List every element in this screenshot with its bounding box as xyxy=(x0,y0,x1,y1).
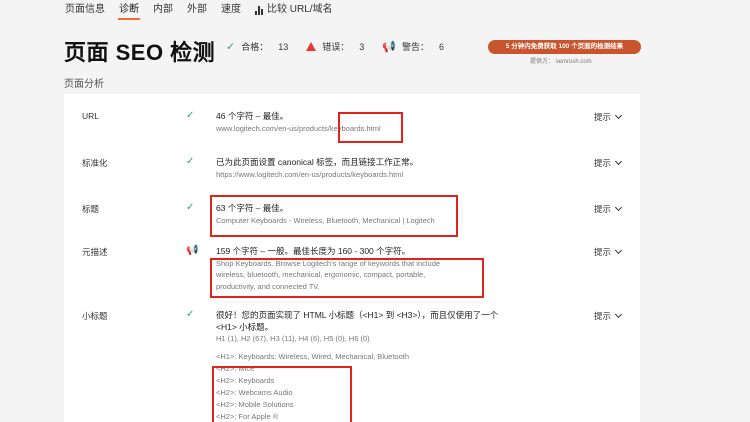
megaphone-icon: 📢 xyxy=(186,245,199,256)
tab-compare[interactable]: 比较 URL/域名 xyxy=(248,0,340,20)
row-label: 小标题 xyxy=(82,311,108,321)
chevron-down-icon xyxy=(614,310,623,319)
row-content: 已为此页面设置 canonical 标签，而且链接工作正常。 https://w… xyxy=(216,157,576,180)
row-label: 标题 xyxy=(82,204,100,214)
check-icon: ✓ xyxy=(186,110,195,121)
tab-page-info[interactable]: 页面信息 xyxy=(60,0,112,20)
pass-stat[interactable]: ✓ 合格： 13 xyxy=(226,40,288,53)
check-icon: ✓ xyxy=(226,41,236,53)
chevron-down-icon xyxy=(614,111,623,120)
warn-stat[interactable]: 📢 警告： 6 xyxy=(382,40,444,53)
error-label: 错误： xyxy=(322,42,350,52)
provider-text: 提供方： semrush.com xyxy=(530,59,592,65)
check-icon: ✓ xyxy=(186,156,195,167)
hint-label: 提示 xyxy=(594,204,612,214)
url-prefix: www.logitech.com/en-us/products/ xyxy=(216,123,330,133)
list-item: <H1>: Keyboards: Wireless, Wired, Mechan… xyxy=(216,351,410,361)
row-sub-text: Shop Keyboards. Browse Logitech's range … xyxy=(216,258,441,291)
hint-toggle[interactable]: 提示 xyxy=(594,203,623,215)
warn-label: 警告： xyxy=(401,42,429,52)
chevron-down-icon xyxy=(614,203,623,212)
pass-count: 13 xyxy=(278,41,289,52)
pass-label: 合格： xyxy=(241,42,269,52)
analysis-card: URL ✓ 46 个字符 – 最佳。 www.logitech.com/en-u… xyxy=(64,94,640,422)
hint-label: 提示 xyxy=(594,247,612,257)
row-sub-text: Computer Keyboards - Wireless, Bluetooth… xyxy=(216,215,435,225)
row-main-text: 已为此页面设置 canonical 标签，而且链接工作正常。 xyxy=(216,157,419,167)
chevron-down-icon xyxy=(614,157,623,166)
row-sub-text: https://www.logitech.com/en-us/products/… xyxy=(216,169,404,179)
url-text: www.logitech.com/en-us/products/keyboard… xyxy=(216,123,516,135)
warning-triangle-icon xyxy=(306,42,317,51)
promo-button[interactable]: 5 分钟内免费获取 100 个页面的检测结果 xyxy=(488,40,641,54)
hint-toggle[interactable]: 提示 xyxy=(594,111,623,123)
tab-diagnosis[interactable]: 诊断 xyxy=(112,0,146,20)
list-item: <H2>: Webcams Audio xyxy=(216,387,293,397)
page-title: 页面 SEO 检测 xyxy=(64,40,216,65)
row-content: 46 个字符 – 最佳。 www.logitech.com/en-us/prod… xyxy=(216,111,516,134)
list-item: <H2>: Mice xyxy=(216,363,255,373)
tab-speed[interactable]: 速度 xyxy=(214,0,248,20)
compare-label: 比较 URL/域名 xyxy=(267,4,333,15)
error-stat[interactable]: 错误： 3 xyxy=(306,40,364,53)
heading-counts: H1 (1), H2 (67), H3 (11), H4 (6), H5 (0)… xyxy=(216,334,370,343)
check-icon: ✓ xyxy=(186,309,195,320)
row-main-text: 46 个字符 – 最佳。 xyxy=(216,111,289,121)
row-label: 标准化 xyxy=(82,158,108,168)
hint-toggle[interactable]: 提示 xyxy=(594,246,623,258)
error-count: 3 xyxy=(359,41,365,52)
list-item: <H2>: For Apple ® xyxy=(216,411,279,421)
hint-label: 提示 xyxy=(594,311,612,321)
row-label: URL xyxy=(82,111,100,121)
list-item: <H2>: Mobile Solutions xyxy=(216,399,294,409)
hint-toggle[interactable]: 提示 xyxy=(594,310,623,322)
chevron-down-icon xyxy=(614,246,623,255)
tab-external[interactable]: 外部 xyxy=(180,0,214,20)
row-main-text: 63 个字符 – 最佳。 xyxy=(216,203,289,213)
row-main-text: 很好！您的页面实现了 HTML 小标题（<H1> 到 <H3>），而且仅使用了一… xyxy=(216,310,499,332)
section-title: 页面分析 xyxy=(64,79,104,90)
url-highlight: keyboards.html xyxy=(329,123,381,133)
tab-internal[interactable]: 内部 xyxy=(146,0,180,20)
check-icon: ✓ xyxy=(186,202,195,213)
top-nav: 页面信息 诊断 内部 外部 速度 比较 URL/域名 xyxy=(60,0,340,20)
bar-chart-icon xyxy=(255,5,263,15)
list-item: <H2>: Keyboards xyxy=(216,375,275,385)
hint-label: 提示 xyxy=(594,112,612,122)
headings-list: <H1>: Keyboards: Wireless, Wired, Mechan… xyxy=(216,351,516,422)
hint-label: 提示 xyxy=(594,158,612,168)
row-label: 元描述 xyxy=(82,247,108,257)
hint-toggle[interactable]: 提示 xyxy=(594,157,623,169)
summary-stats: ✓ 合格： 13 错误： 3 📢 警告： 6 xyxy=(226,40,444,53)
megaphone-icon: 📢 xyxy=(382,41,396,53)
row-main-text: 159 个字符 – 一般。最佳长度为 160 - 300 个字符。 xyxy=(216,246,411,256)
row-content: 很好！您的页面实现了 HTML 小标题（<H1> 到 <H3>），而且仅使用了一… xyxy=(216,310,516,422)
row-content: 63 个字符 – 最佳。 Computer Keyboards - Wirele… xyxy=(216,203,516,226)
row-content: 159 个字符 – 一般。最佳长度为 160 - 300 个字符。 Shop K… xyxy=(216,246,466,292)
warn-count: 6 xyxy=(439,41,445,52)
